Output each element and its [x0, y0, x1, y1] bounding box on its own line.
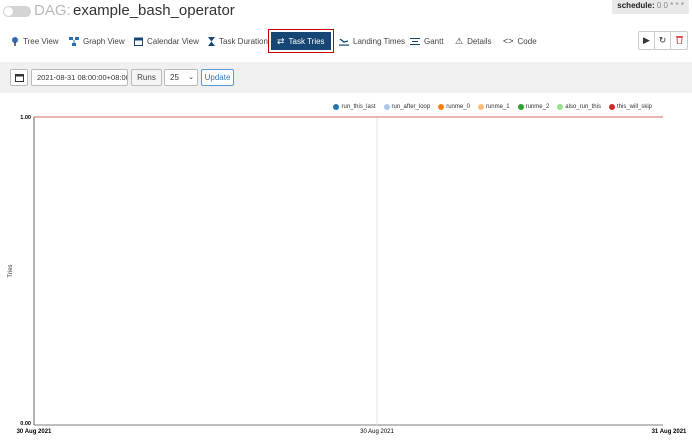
legend-swatch [477, 104, 484, 110]
legend-item[interactable]: also_run_this [557, 104, 601, 110]
task-tries-chart: run_this_last run_after_loop runme_0 runme_… [0, 100, 692, 445]
tab-code[interactable]: <> Code [503, 32, 537, 50]
schedule-label: schedule: [617, 1, 655, 10]
dag-label: DAG: [34, 2, 71, 19]
runs-select[interactable]: 25 ⌄ [164, 69, 198, 86]
tab-landing-times[interactable]: Landing Times [339, 32, 405, 50]
code-icon: <> [503, 36, 514, 46]
tab-details[interactable]: ⚠ Details [455, 32, 492, 50]
page-header: DAG: example_bash_operator schedule: 0 0… [0, 0, 692, 24]
gantt-icon [410, 37, 420, 46]
tab-calendar-view[interactable]: Calendar View [134, 32, 199, 50]
legend-item[interactable]: run_this_last [333, 104, 376, 110]
schedule-badge: schedule: 0 0 * * * [612, 0, 689, 14]
schedule-value: 0 0 * * * [656, 1, 684, 10]
play-icon: ▶ [643, 35, 650, 45]
legend-label: also_run_this [565, 104, 601, 110]
tab-tree-view[interactable]: Tree View [11, 32, 59, 50]
runs-label: Runs [131, 69, 162, 86]
tab-task-tries[interactable]: ⇄ Task Tries [268, 29, 334, 53]
legend-item[interactable]: run_after_loop [383, 104, 431, 110]
swap-icon: ⇄ [277, 35, 285, 46]
calendar-icon [14, 69, 24, 87]
runs-value: 25 [170, 73, 179, 82]
refresh-button[interactable]: ↻ [655, 32, 671, 49]
legend-label: runme_1 [485, 104, 510, 110]
landing-icon [339, 37, 349, 46]
legend-swatch [608, 104, 615, 110]
legend-item[interactable]: runme_0 [438, 104, 470, 110]
tab-label: Gantt [424, 36, 444, 46]
dag-pause-toggle[interactable] [3, 6, 31, 17]
tab-label: Tree View [23, 36, 59, 46]
calendar-icon [134, 37, 143, 46]
tab-gantt[interactable]: Gantt [410, 32, 444, 50]
x-tick-label: 31 Aug 2021 [652, 429, 687, 435]
tab-label: Graph View [83, 36, 125, 46]
dag-actions: ▶ ↻ [638, 31, 688, 50]
tab-label: Code [517, 36, 537, 46]
warning-icon: ⚠ [455, 35, 464, 46]
legend-item[interactable]: this_will_skip [608, 104, 652, 110]
legend-label: runme_0 [446, 104, 470, 110]
delete-dag-button[interactable] [671, 32, 687, 49]
tab-label: Task Duration [219, 36, 268, 46]
tab-label: Landing Times [353, 36, 406, 46]
legend-label: run_this_last [341, 104, 376, 110]
tab-label: Details [467, 36, 492, 46]
refresh-icon: ↻ [658, 35, 667, 45]
filter-toolbar: 2021-08-31 08:00:00+08:00 Runs 25 ⌄ Upda… [0, 62, 692, 93]
trash-icon [675, 35, 683, 46]
view-nav: Tree View Graph View Calendar View Task … [0, 29, 692, 55]
legend-label: this_will_skip [616, 104, 652, 110]
trigger-dag-button[interactable]: ▶ [639, 32, 655, 49]
y-tick-label: 0.00 [20, 421, 31, 427]
tab-task-duration[interactable]: Task Duration [208, 32, 268, 50]
legend-item[interactable]: runme_1 [477, 104, 510, 110]
chevron-down-icon: ⌄ [188, 74, 194, 81]
chart-svg: Tries 1.00 0.00 30 Aug 2021 30 Aug 2021 … [8, 115, 687, 435]
graph-icon [69, 36, 79, 46]
y-tick-label: 1.00 [20, 115, 31, 121]
toggle-knob [4, 7, 13, 16]
tab-label: Task Tries [288, 36, 325, 46]
tree-icon [11, 36, 19, 46]
base-date-input[interactable]: 2021-08-31 08:00:00+08:00 [31, 69, 128, 86]
legend-swatch [438, 104, 445, 110]
tab-label: Calendar View [147, 36, 199, 46]
legend-swatch [383, 104, 390, 110]
hourglass-icon [208, 36, 215, 46]
x-tick-label: 30 Aug 2021 [17, 429, 52, 435]
y-axis-label: Tries [8, 264, 14, 277]
legend-swatch [333, 104, 340, 110]
legend-label: runme_2 [525, 104, 550, 110]
tab-graph-view[interactable]: Graph View [69, 32, 125, 50]
date-picker-button[interactable] [10, 69, 28, 86]
legend-item[interactable]: runme_2 [517, 104, 550, 110]
dag-title: example_bash_operator [73, 2, 235, 19]
legend-swatch [517, 104, 524, 110]
chart-legend: run_this_last run_after_loop runme_0 runme_… [333, 104, 652, 110]
update-button[interactable]: Update [201, 69, 234, 86]
legend-label: run_after_loop [391, 104, 431, 110]
x-tick-label: 30 Aug 2021 [360, 429, 394, 435]
legend-swatch [557, 104, 564, 110]
